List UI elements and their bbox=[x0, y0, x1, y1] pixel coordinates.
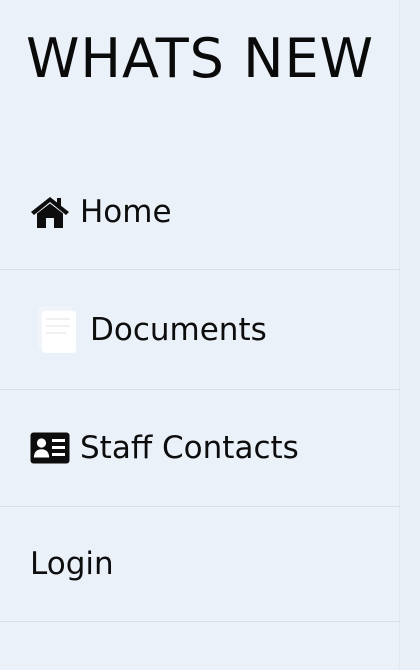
side-menu: WHATS NEW Home Documents Staff Contacts … bbox=[0, 0, 400, 670]
brand-title[interactable]: WHATS NEW bbox=[0, 24, 400, 94]
documents-icon bbox=[32, 305, 80, 355]
menu-item-documents[interactable]: Documents bbox=[0, 270, 400, 390]
menu-item-label: Staff Contacts bbox=[80, 430, 299, 466]
menu-item-home[interactable]: Home bbox=[0, 154, 400, 270]
menu-list: Home Documents Staff Contacts Login bbox=[0, 154, 400, 622]
menu-item-login[interactable]: Login bbox=[0, 507, 400, 622]
menu-item-label: Home bbox=[80, 193, 172, 230]
menu-item-staff-contacts[interactable]: Staff Contacts bbox=[0, 390, 400, 507]
menu-item-label: Documents bbox=[90, 311, 267, 348]
home-icon bbox=[30, 194, 70, 230]
id-card-icon bbox=[30, 432, 70, 464]
menu-item-label: Login bbox=[30, 546, 114, 582]
